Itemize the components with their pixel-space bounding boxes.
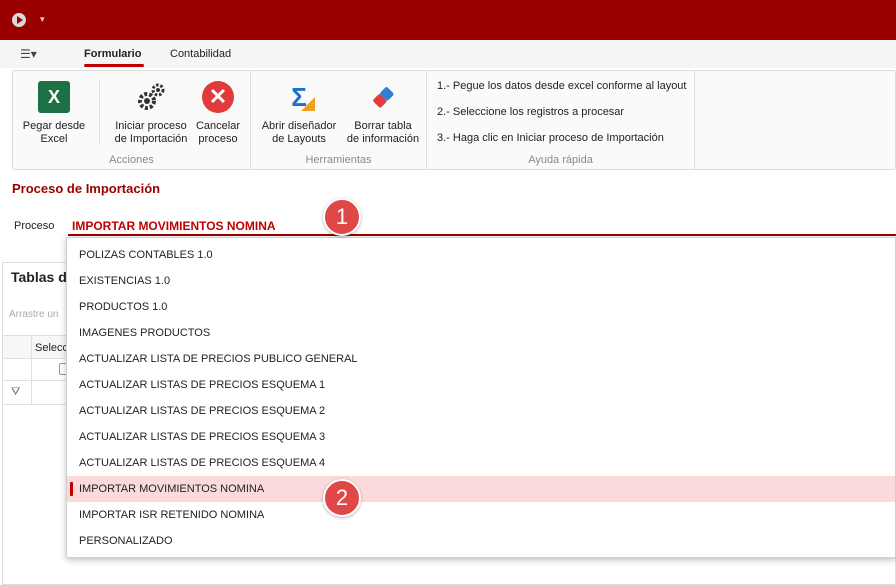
app-logo-icon[interactable] (12, 13, 26, 27)
dropdown-option-label: POLIZAS CONTABLES 1.0 (79, 249, 213, 261)
group-acciones: X Pegar desde Excel Iniciar proceso de I… (13, 71, 251, 169)
dropdown-option-label: IMAGENES PRODUCTOS (79, 327, 211, 339)
help-step-3: 3.- Haga clic en Iniciar proceso de Impo… (437, 132, 664, 144)
borrar-tabla-label: Borrar tabla de información (346, 120, 420, 145)
dropdown-option-label: IMPORTAR MOVIMIENTOS NOMINA (79, 483, 265, 495)
cancelar-proceso-label: Cancelar proceso (195, 120, 241, 145)
callout-badge-1: 1 (323, 198, 361, 236)
callout-badge-2: 2 (323, 479, 361, 517)
menu-icon[interactable]: ☰▾ (20, 47, 42, 61)
dropdown-option-label: ACTUALIZAR LISTAS DE PRECIOS ESQUEMA 3 (79, 431, 326, 443)
group-herramientas-label: Herramientas (305, 154, 372, 166)
dropdown-option[interactable]: ACTUALIZAR LISTA DE PRECIOS PUBLICO GENE… (67, 346, 895, 372)
gears-icon (135, 81, 167, 113)
dropdown-option[interactable]: ACTUALIZAR LISTAS DE PRECIOS ESQUEMA 4 (67, 450, 895, 476)
filter-icon[interactable]: ⛛ (11, 386, 20, 399)
proceso-label: Proceso (14, 220, 55, 232)
borrar-tabla-button[interactable]: Borrar tabla de información (343, 77, 423, 146)
group-acciones-label: Acciones (109, 154, 154, 166)
pegar-desde-excel-button[interactable]: X Pegar desde Excel (19, 77, 89, 146)
cancel-icon: ✕ (202, 81, 234, 113)
iniciar-proceso-label: Iniciar proceso de Importación (114, 120, 188, 145)
dropdown-option[interactable]: ACTUALIZAR LISTAS DE PRECIOS ESQUEMA 1 (67, 372, 895, 398)
eraser-icon (367, 81, 399, 113)
abrir-disenador-button[interactable]: Σ Abrir diseñador de Layouts (259, 77, 339, 146)
proceso-dropdown-list: POLIZAS CONTABLES 1.0 EXISTENCIAS 1.0 PROD… (66, 237, 896, 558)
dropdown-option[interactable]: EXISTENCIAS 1.0 (67, 268, 895, 294)
help-step-2: 2.- Seleccione los registros a procesar (437, 106, 625, 118)
proceso-combobox[interactable]: IMPORTAR MOVIMIENTOS NOMINA (68, 214, 896, 236)
tab-formulario[interactable]: Formulario (84, 48, 141, 60)
group-herramientas: Σ Abrir diseñador de Layouts Borrar tabl… (251, 71, 427, 169)
dropdown-option[interactable]: PRODUCTOS 1.0 (67, 294, 895, 320)
dropdown-option[interactable]: ACTUALIZAR LISTAS DE PRECIOS ESQUEMA 3 (67, 424, 895, 450)
group-ayuda-rapida: 1.- Pegue los datos desde excel conforme… (427, 71, 695, 169)
quick-access-dropdown-icon[interactable]: ▾ (40, 14, 45, 25)
cancelar-proceso-button[interactable]: ✕ Cancelar proceso (193, 77, 243, 146)
ribbon-tabs: ☰▾ Formulario Contabilidad (0, 40, 896, 68)
help-step-1: 1.- Pegue los datos desde excel conforme… (437, 80, 687, 92)
layout-designer-icon: Σ (283, 81, 315, 113)
dropdown-option[interactable]: IMPORTAR MOVIMIENTOS NOMINA (67, 476, 895, 502)
dropdown-option-label: PERSONALIZADO (79, 535, 173, 547)
dropdown-option-label: ACTUALIZAR LISTAS DE PRECIOS ESQUEMA 2 (79, 405, 326, 417)
dropdown-option[interactable]: PERSONALIZADO (67, 528, 895, 554)
dropdown-option-label: ACTUALIZAR LISTAS DE PRECIOS ESQUEMA 4 (79, 457, 326, 469)
ribbon: X Pegar desde Excel Iniciar proceso de I… (12, 70, 896, 170)
excel-icon: X (38, 81, 70, 113)
group-ayuda-label: Ayuda rápida (528, 154, 593, 166)
pegar-desde-excel-label: Pegar desde Excel (22, 120, 86, 145)
dropdown-option[interactable]: ACTUALIZAR LISTAS DE PRECIOS ESQUEMA 2 (67, 398, 895, 424)
dropdown-option-label: IMPORTAR ISR RETENIDO NOMINA (79, 509, 265, 521)
dropdown-option[interactable]: IMAGENES PRODUCTOS (67, 320, 895, 346)
tablas-title: Tablas d (11, 269, 67, 285)
iniciar-proceso-button[interactable]: Iniciar proceso de Importación (111, 77, 191, 146)
dropdown-option-label: EXISTENCIAS 1.0 (79, 275, 171, 287)
group-by-hint: Arrastre un (9, 309, 59, 320)
proceso-combobox-value: IMPORTAR MOVIMIENTOS NOMINA (72, 219, 276, 233)
abrir-disenador-label: Abrir diseñador de Layouts (261, 120, 337, 145)
dropdown-option-label: ACTUALIZAR LISTAS DE PRECIOS ESQUEMA 1 (79, 379, 326, 391)
section-title: Proceso de Importación (12, 181, 161, 196)
title-bar: ▾ (0, 0, 896, 40)
active-tab-indicator (84, 64, 144, 67)
dropdown-option[interactable]: IMPORTAR ISR RETENIDO NOMINA (67, 502, 895, 528)
dropdown-option[interactable]: POLIZAS CONTABLES 1.0 (67, 242, 895, 268)
dropdown-option-label: PRODUCTOS 1.0 (79, 301, 168, 313)
dropdown-option-label: ACTUALIZAR LISTA DE PRECIOS PUBLICO GENE… (79, 353, 358, 365)
tab-contabilidad[interactable]: Contabilidad (170, 48, 231, 60)
